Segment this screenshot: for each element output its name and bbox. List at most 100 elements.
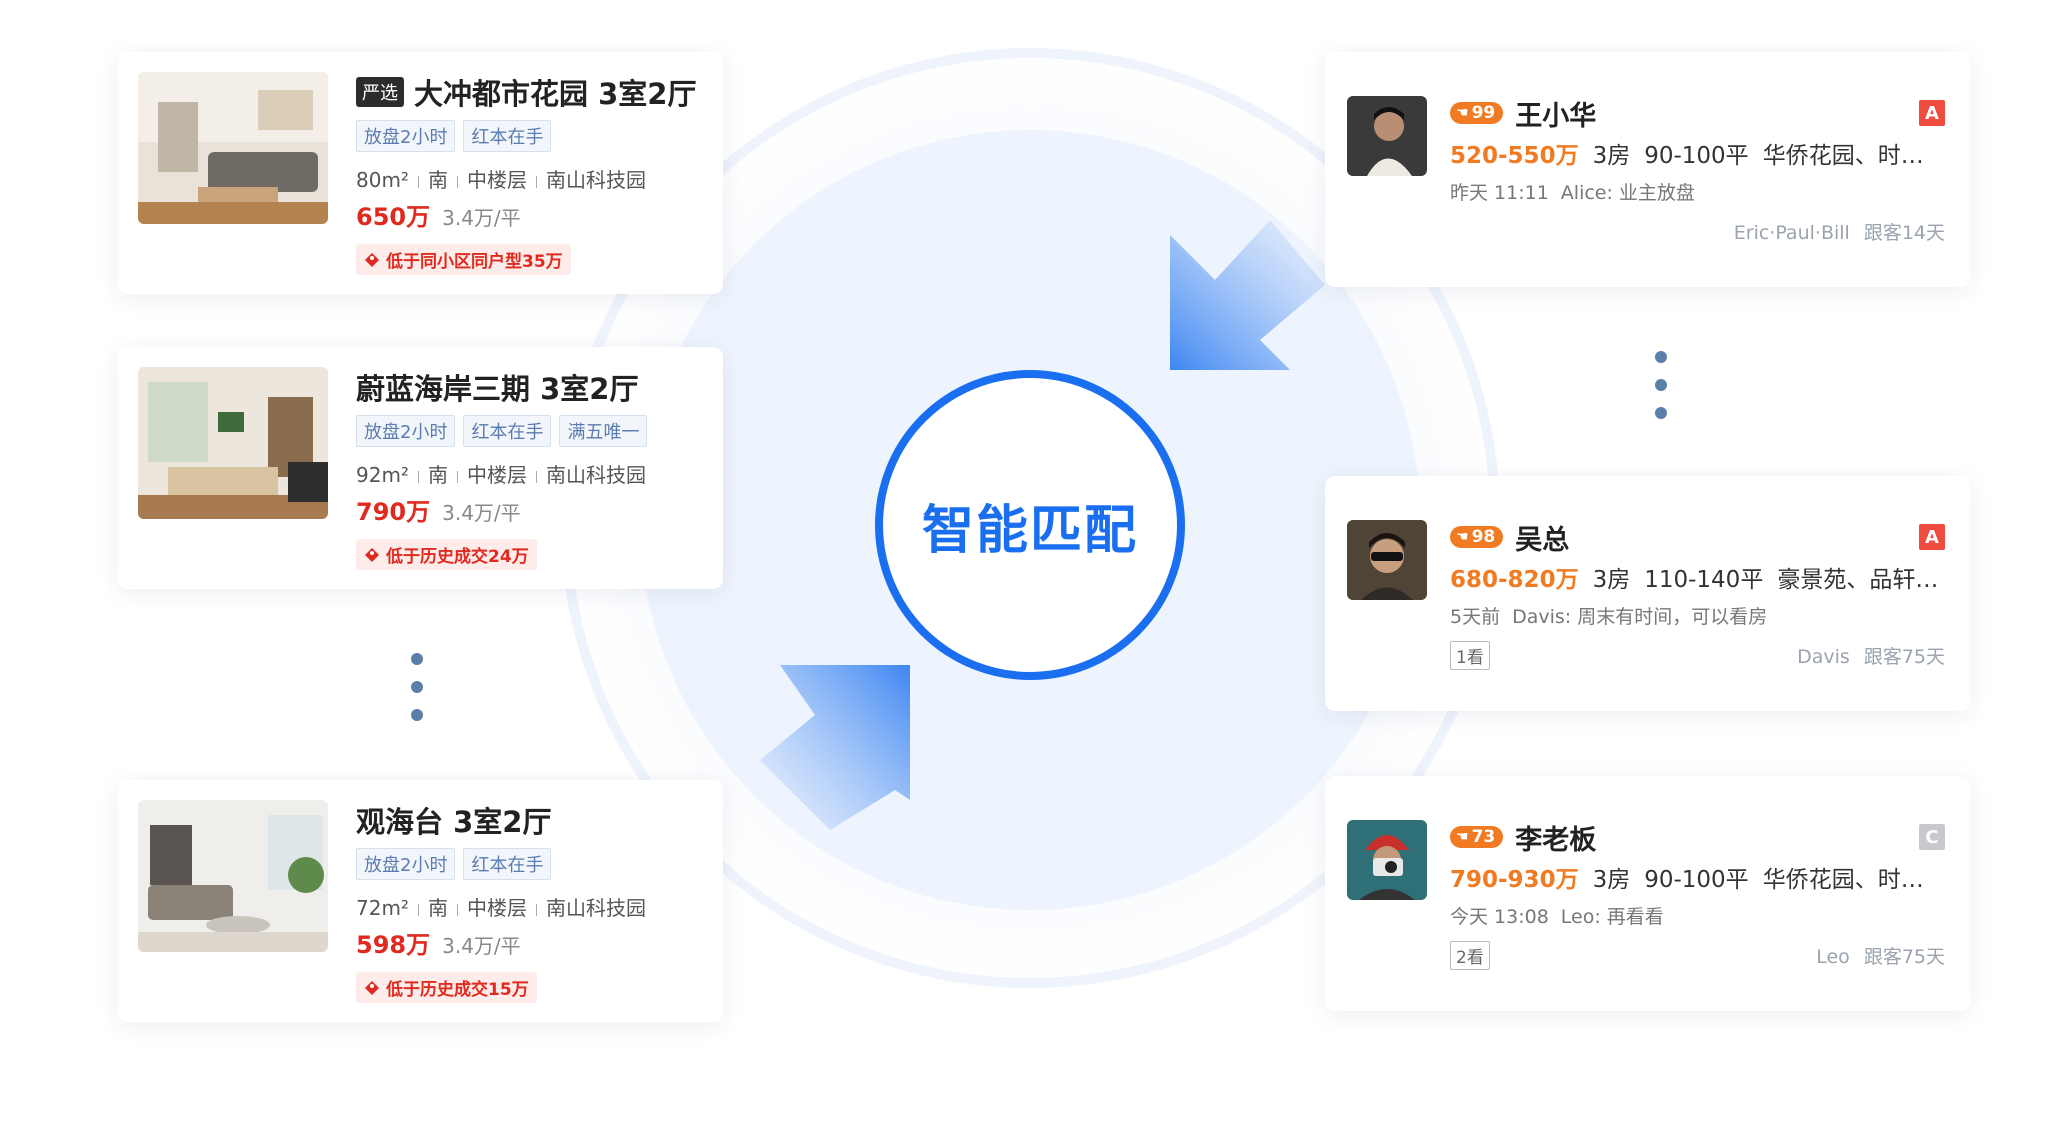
customer-name: 吴总 xyxy=(1515,524,1570,556)
property-price: 790万 xyxy=(356,498,431,526)
assigned-agents: Eric·Paul·Bill xyxy=(1733,221,1850,244)
customer-grade-badge: A xyxy=(1919,100,1945,126)
customer-rooms: 3房 xyxy=(1592,143,1631,169)
property-price: 650万 xyxy=(356,203,431,231)
property-info: 80m² 南中楼层 南山科技园 xyxy=(356,164,713,193)
property-area: 80m² xyxy=(356,168,409,192)
property-card[interactable]: 观海台 3室2厅 放盘2小时 红本在手 72m² 南中楼层 南山科技园 598万 3… xyxy=(118,780,723,1022)
property-tag: 红本在手 xyxy=(463,415,552,447)
customer-areas: 豪景苑、品轩… xyxy=(1777,567,1939,593)
match-score-badge: ☚ 99 xyxy=(1450,102,1504,124)
price-advantage-badge: 低于历史成交15万 xyxy=(356,972,537,1003)
customer-budget: 790-930万 xyxy=(1450,867,1579,893)
property-district: 南山科技园 xyxy=(545,896,646,920)
handshake-icon: ☚ xyxy=(1456,105,1469,121)
handshake-icon: ☚ xyxy=(1456,529,1469,545)
customer-name: 王小华 xyxy=(1515,100,1597,132)
property-card[interactable]: 严选 大冲都市花园 3室2厅 放盘2小时 红本在手 80m² 南中楼层 南山科技园 … xyxy=(118,52,723,294)
property-price: 598万 xyxy=(356,931,431,959)
follow-info: Leo 跟客75天 xyxy=(1816,942,1945,969)
price-advantage-text: 低于历史成交15万 xyxy=(386,980,529,1000)
customer-name: 李老板 xyxy=(1515,824,1597,856)
price-advantage-badge: 低于历史成交24万 xyxy=(356,539,537,570)
property-photo xyxy=(138,367,328,519)
price-tag-icon xyxy=(365,980,379,995)
property-title: 蔚蓝海岸三期 3室2厅 xyxy=(356,372,639,406)
last-contact-message: Alice: 业主放盘 xyxy=(1560,182,1695,204)
price-tag-icon xyxy=(365,547,379,562)
property-title: 大冲都市花园 3室2厅 xyxy=(414,77,697,111)
smart-match-circle[interactable]: 智能匹配 xyxy=(875,370,1185,680)
customer-areas: 华侨花园、时… xyxy=(1762,143,1924,169)
property-info: 72m² 南中楼层 南山科技园 xyxy=(356,892,713,921)
price-advantage-badge: 低于同小区同户型35万 xyxy=(356,244,571,275)
property-area: 92m² xyxy=(356,463,409,487)
last-contact-message: Leo: 再看看 xyxy=(1560,906,1664,928)
property-unit-price: 3.4万/平 xyxy=(442,501,521,525)
more-customers-indicator xyxy=(1655,351,1667,419)
customer-budget: 680-820万 xyxy=(1450,567,1579,593)
property-direction: 南 xyxy=(427,896,448,920)
property-floor: 中楼层 xyxy=(466,896,527,920)
customer-rooms: 3房 xyxy=(1592,567,1631,593)
customer-card[interactable]: ☚ 99 王小华 A 520-550万 3房 90-100平 华侨花园、时… 昨天 11… xyxy=(1325,52,1970,287)
follow-days: 跟客75天 xyxy=(1863,645,1945,668)
price-tag-icon xyxy=(365,252,379,267)
property-tag: 满五唯一 xyxy=(559,415,648,447)
customer-rooms: 3房 xyxy=(1592,867,1631,893)
property-district: 南山科技园 xyxy=(545,463,646,487)
property-tag: 放盘2小时 xyxy=(356,120,456,152)
match-score: 98 xyxy=(1471,527,1496,547)
customer-size: 90-100平 xyxy=(1644,867,1749,893)
price-advantage-text: 低于同小区同户型35万 xyxy=(386,252,563,272)
assigned-agents: Davis xyxy=(1797,645,1850,668)
handshake-icon: ☚ xyxy=(1456,829,1469,845)
property-tag: 放盘2小时 xyxy=(356,848,456,880)
assigned-agents: Leo xyxy=(1816,945,1850,968)
arrow-in-top-right-icon xyxy=(1170,220,1325,370)
last-contact-time: 昨天 11:11 xyxy=(1450,182,1549,204)
property-unit-price: 3.4万/平 xyxy=(442,206,521,230)
property-tag: 放盘2小时 xyxy=(356,415,456,447)
property-tag: 红本在手 xyxy=(463,848,552,880)
property-area: 72m² xyxy=(356,896,409,920)
property-direction: 南 xyxy=(427,168,448,192)
more-properties-indicator xyxy=(411,653,423,721)
smart-match-label: 智能匹配 xyxy=(921,500,1138,561)
last-contact-time: 今天 13:08 xyxy=(1450,906,1549,928)
last-contact-time: 5天前 xyxy=(1450,606,1501,628)
customer-card[interactable]: ☚ 98 吴总 A 680-820万 3房 110-140平 豪景苑、品轩… 5天前 Da… xyxy=(1325,476,1970,711)
customer-grade-badge: C xyxy=(1919,824,1945,850)
property-unit-price: 3.4万/平 xyxy=(442,934,521,958)
follow-days: 跟客14天 xyxy=(1863,221,1945,244)
property-card[interactable]: 蔚蓝海岸三期 3室2厅 放盘2小时 红本在手 满五唯一 92m² 南中楼层 南山科技… xyxy=(118,347,723,589)
follow-days: 跟客75天 xyxy=(1863,945,1945,968)
property-district: 南山科技园 xyxy=(545,168,646,192)
property-tag: 红本在手 xyxy=(463,120,552,152)
property-title: 观海台 3室2厅 xyxy=(356,805,552,839)
follow-info: Davis 跟客75天 xyxy=(1797,642,1945,669)
viewing-count-badge: 1看 xyxy=(1450,640,1490,670)
arrow-in-bottom-left-icon xyxy=(760,665,910,830)
customer-areas: 华侨花园、时… xyxy=(1762,867,1924,893)
match-score-badge: ☚ 73 xyxy=(1450,826,1504,848)
customer-avatar xyxy=(1347,820,1427,900)
match-score: 73 xyxy=(1471,827,1496,847)
property-info: 92m² 南中楼层 南山科技园 xyxy=(356,459,713,488)
match-score-badge: ☚ 98 xyxy=(1450,526,1504,548)
viewing-count-badge: 2看 xyxy=(1450,940,1490,970)
property-floor: 中楼层 xyxy=(466,463,527,487)
property-floor: 中楼层 xyxy=(466,168,527,192)
last-contact-message: Davis: 周末有时间，可以看房 xyxy=(1512,606,1768,628)
customer-avatar xyxy=(1347,96,1427,176)
property-direction: 南 xyxy=(427,463,448,487)
customer-avatar xyxy=(1347,520,1427,600)
customer-budget: 520-550万 xyxy=(1450,143,1579,169)
customer-card[interactable]: ☚ 73 李老板 C 790-930万 3房 90-100平 华侨花园、时… 今天 13… xyxy=(1325,776,1970,1011)
property-photo xyxy=(138,72,328,224)
customer-size: 90-100平 xyxy=(1644,143,1749,169)
match-score: 99 xyxy=(1471,103,1496,123)
price-advantage-text: 低于历史成交24万 xyxy=(386,547,529,567)
customer-grade-badge: A xyxy=(1919,524,1945,550)
customer-size: 110-140平 xyxy=(1644,567,1764,593)
